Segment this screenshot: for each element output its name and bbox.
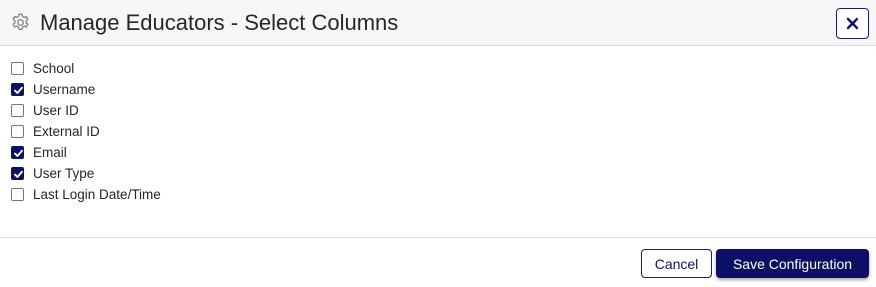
column-option-label: Email bbox=[33, 145, 67, 160]
column-checkbox-list: School Username User ID External ID Email Use… bbox=[11, 58, 161, 205]
checkmark-icon bbox=[14, 86, 23, 94]
checkbox-checked[interactable] bbox=[11, 83, 24, 96]
save-configuration-button[interactable]: Save Configuration bbox=[716, 249, 869, 278]
column-option-label: User ID bbox=[33, 103, 79, 118]
column-option[interactable]: User Type bbox=[11, 163, 161, 184]
dialog-title: Manage Educators - Select Columns bbox=[40, 10, 399, 35]
checkmark-icon bbox=[14, 149, 23, 157]
checkbox-unchecked[interactable] bbox=[11, 104, 24, 117]
select-columns-dialog: Manage Educators - Select Columns School… bbox=[0, 0, 876, 287]
column-option-label: School bbox=[33, 61, 75, 76]
column-option[interactable]: User ID bbox=[11, 100, 161, 121]
column-option[interactable]: External ID bbox=[11, 121, 161, 142]
gear-icon bbox=[12, 13, 29, 31]
footer-divider bbox=[0, 237, 876, 238]
column-option-label: External ID bbox=[33, 124, 100, 139]
checkmark-icon bbox=[14, 170, 23, 178]
close-icon bbox=[846, 17, 859, 30]
column-option[interactable]: Email bbox=[11, 142, 161, 163]
column-option-label: Username bbox=[33, 82, 96, 97]
checkbox-unchecked[interactable] bbox=[11, 125, 24, 138]
cancel-button[interactable]: Cancel bbox=[641, 249, 712, 278]
checkbox-checked[interactable] bbox=[11, 146, 24, 159]
column-option-label: Last Login Date/Time bbox=[33, 187, 161, 202]
checkbox-unchecked[interactable] bbox=[11, 188, 24, 201]
column-option[interactable]: Username bbox=[11, 79, 161, 100]
dialog-header: Manage Educators - Select Columns bbox=[0, 0, 876, 46]
column-option[interactable]: School bbox=[11, 58, 161, 79]
checkbox-unchecked[interactable] bbox=[11, 62, 24, 75]
column-option[interactable]: Last Login Date/Time bbox=[11, 184, 161, 205]
dialog-body: School Username User ID External ID Email Use… bbox=[0, 47, 876, 237]
column-option-label: User Type bbox=[33, 166, 95, 181]
close-button[interactable] bbox=[836, 8, 869, 39]
checkbox-checked[interactable] bbox=[11, 167, 24, 180]
